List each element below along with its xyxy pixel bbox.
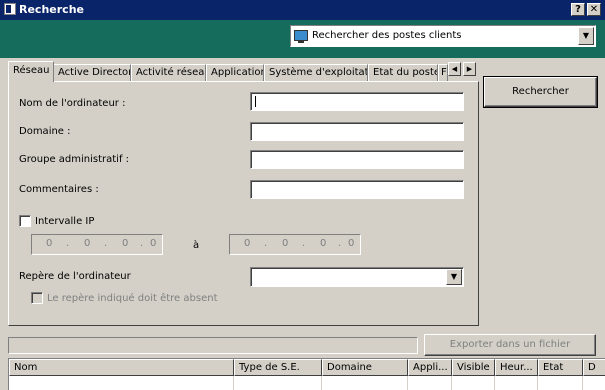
ip-from-octet: 0 — [122, 238, 129, 249]
table-cell — [234, 376, 322, 390]
admin-group-input[interactable] — [250, 150, 464, 169]
text-caret — [255, 96, 256, 107]
ip-range-checkbox[interactable] — [19, 215, 31, 227]
chevron-down-icon[interactable]: ▼ — [446, 269, 462, 285]
search-button[interactable]: Rechercher — [483, 76, 598, 108]
tab-scroll-left-icon[interactable]: ◀ — [448, 62, 461, 76]
close-button[interactable]: ✕ — [587, 3, 601, 16]
ip-to-octet: 0 — [320, 238, 327, 249]
results-table[interactable]: Nom Type de S.E. Domaine Appli... Visibl… — [8, 358, 605, 390]
search-type-select[interactable]: Rechercher des postes clients ▼ — [290, 25, 596, 47]
export-button[interactable]: Exporter dans un fichier — [424, 334, 596, 356]
column-header-visible[interactable]: Visible — [452, 359, 495, 376]
ip-dot: . — [338, 238, 342, 249]
window-title: Recherche — [19, 3, 84, 16]
table-cell — [452, 376, 495, 390]
computer-icon — [294, 30, 308, 43]
help-button[interactable]: ? — [571, 3, 585, 16]
table-cell — [9, 376, 234, 390]
computer-tag-select[interactable]: ▼ — [250, 267, 464, 287]
admin-group-label: Groupe administratif : — [19, 154, 130, 165]
column-header-type-se[interactable]: Type de S.E. — [234, 359, 322, 376]
window-icon — [4, 3, 16, 15]
tab-scroll-right-icon[interactable]: ▶ — [463, 62, 476, 76]
column-header-heure[interactable]: Heur... — [495, 359, 538, 376]
title-bar: Recherche ? ✕ — [0, 0, 605, 20]
domain-label: Domaine : — [19, 126, 71, 137]
table-row[interactable] — [9, 376, 605, 390]
chevron-down-icon[interactable]: ▼ — [578, 27, 594, 45]
column-header-appli[interactable]: Appli... — [408, 359, 452, 376]
column-header-etat[interactable]: Etat — [538, 359, 583, 376]
column-header-d[interactable]: D — [583, 359, 605, 376]
tab-activite-reseau[interactable]: Activité réseau — [131, 64, 206, 82]
comments-input[interactable] — [250, 180, 464, 199]
tag-absent-checkbox[interactable] — [31, 292, 43, 304]
table-cell — [538, 376, 583, 390]
ip-dot: . — [104, 238, 108, 249]
column-header-nom[interactable]: Nom — [9, 359, 234, 376]
tab-etat-du-poste[interactable]: Etat du poste — [368, 64, 438, 82]
ip-from-octet: 0 — [84, 238, 91, 249]
tab-active-directory[interactable]: Active Directory — [53, 64, 131, 82]
computer-name-input[interactable] — [250, 92, 464, 111]
search-type-value: Rechercher des postes clients — [312, 30, 462, 41]
ip-from-field: 0 . 0 . 0 . 0 — [31, 234, 163, 255]
ip-dot: . — [140, 238, 144, 249]
ip-dot: . — [66, 238, 70, 249]
ip-to-octet: 0 — [244, 238, 251, 249]
tab-overflow[interactable]: F — [438, 64, 448, 82]
column-header-domaine[interactable]: Domaine — [322, 359, 408, 376]
ip-from-octet: 0 — [46, 238, 53, 249]
tab-reseau[interactable]: Réseau — [8, 61, 54, 82]
tab-systeme-exploitation[interactable]: Système d'exploitation — [264, 64, 368, 82]
table-cell — [322, 376, 408, 390]
ip-range-label: Intervalle IP — [35, 216, 95, 227]
comments-label: Commentaires : — [19, 184, 99, 195]
domain-input[interactable] — [250, 122, 464, 141]
ip-dot: . — [264, 238, 268, 249]
tag-absent-label: Le repère indiqué doit être absent — [47, 293, 218, 304]
ip-from-octet: 0 — [150, 238, 157, 249]
computer-tag-label: Repère de l'ordinateur — [19, 271, 131, 282]
table-cell — [495, 376, 538, 390]
tab-application[interactable]: Application — [206, 64, 264, 82]
reseau-panel — [8, 81, 479, 326]
search-progress-bar — [8, 337, 418, 354]
computer-name-label: Nom de l'ordinateur : — [19, 98, 126, 109]
ip-to-octet: 0 — [348, 238, 355, 249]
table-cell — [408, 376, 452, 390]
ip-to-octet: 0 — [282, 238, 289, 249]
ip-range-separator: à — [193, 240, 200, 251]
ip-dot: . — [302, 238, 306, 249]
ip-to-field: 0 . 0 . 0 . 0 — [229, 234, 361, 255]
